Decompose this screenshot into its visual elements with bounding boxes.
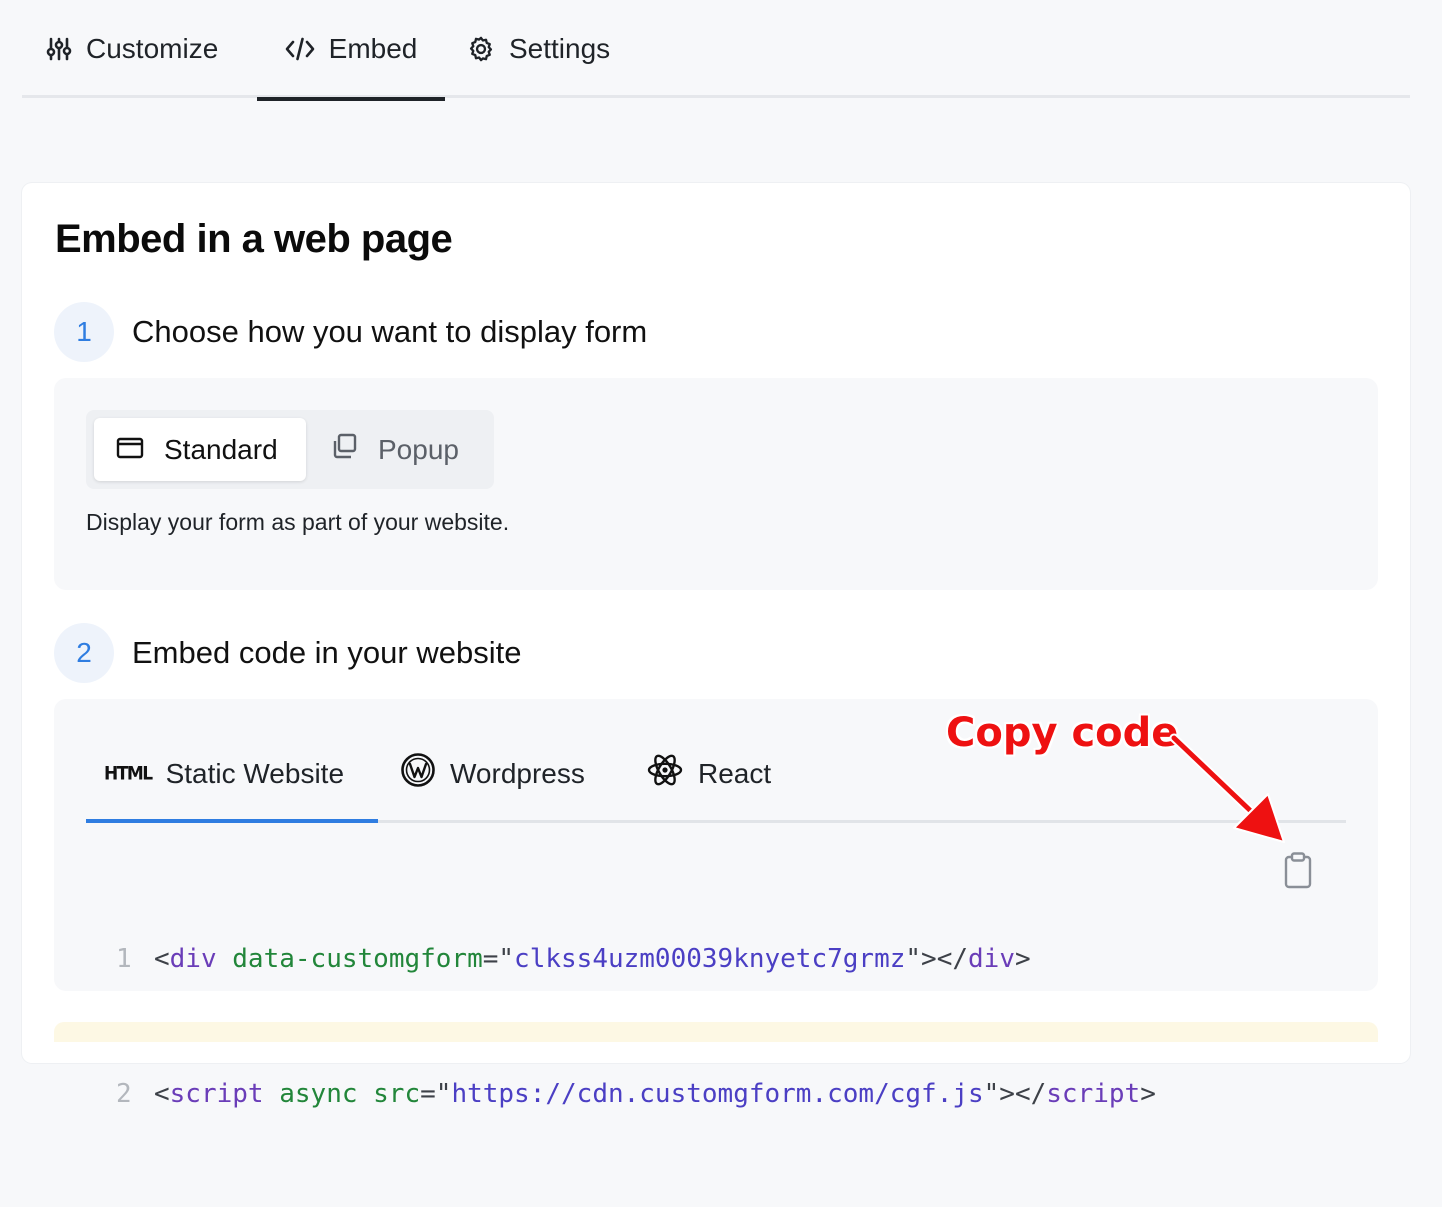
code-line-1: 1 <div data-customgform="clkss4uzm00039kn… xyxy=(116,937,1156,982)
tab-embed[interactable]: Embed xyxy=(257,0,445,101)
code-tag: div xyxy=(968,944,1015,974)
line-number: 1 xyxy=(116,944,132,974)
window-icon xyxy=(116,434,144,466)
tab-embed-label: Embed xyxy=(328,33,418,64)
display-mode-description: Display your form as part of your websit… xyxy=(86,509,510,535)
code-icon xyxy=(285,36,315,62)
tab-wordpress-label: Wordpress xyxy=(450,757,585,789)
top-tab-bar: Customize Embed Settings xyxy=(22,0,1410,101)
sliders-icon xyxy=(46,36,72,62)
step-title: Embed code in your website xyxy=(132,635,522,670)
standard-option-label: Standard xyxy=(164,433,278,465)
page-title: Embed in a web page xyxy=(55,217,453,261)
step-number-badge: 2 xyxy=(54,623,114,683)
code-attr: async src xyxy=(279,1079,421,1109)
code-line-2: 2 <script async src="https://cdn.customgf… xyxy=(116,1072,1156,1117)
tab-wordpress[interactable]: Wordpress xyxy=(400,727,585,820)
step-2-header: 2 Embed code in your website xyxy=(54,623,521,683)
popup-option-label: Popup xyxy=(378,433,459,465)
wordpress-icon xyxy=(400,752,436,795)
tab-settings-label: Settings xyxy=(509,33,611,64)
gear-icon xyxy=(467,35,495,63)
code-token: "></ xyxy=(905,944,969,974)
line-number: 2 xyxy=(116,1079,132,1109)
copy-code-annotation: Copy code xyxy=(946,710,1179,756)
clipboard-icon xyxy=(1280,852,1316,895)
tab-static-website-label: Static Website xyxy=(165,757,345,789)
annotation-arrow-icon xyxy=(1169,733,1285,843)
code-token: =" xyxy=(482,944,515,974)
standard-option-button[interactable]: Standard xyxy=(94,418,306,481)
step-title: Choose how you want to display form xyxy=(132,314,648,349)
popup-icon xyxy=(330,432,358,467)
popup-option-button[interactable]: Popup xyxy=(322,418,486,481)
display-mode-panel: Standard Popup Display your form as part… xyxy=(54,378,1378,590)
code-token: > xyxy=(1014,944,1031,974)
step-number-badge: 1 xyxy=(54,302,114,362)
code-token: =" xyxy=(420,1079,452,1109)
code-tag: div xyxy=(169,944,217,974)
tab-react-label: React xyxy=(698,757,772,789)
tab-static-website[interactable]: HTML Static Website xyxy=(86,727,378,823)
code-token: < xyxy=(154,1079,170,1109)
code-string: clkss4uzm00039knyetc7grmz xyxy=(514,944,906,974)
tab-customize-label: Customize xyxy=(86,33,219,64)
code-tag: script xyxy=(169,1079,264,1109)
tab-react[interactable]: React xyxy=(646,727,771,820)
notice-banner-edge xyxy=(54,1022,1378,1042)
code-string: https://cdn.customgform.com/cgf.js xyxy=(451,1079,984,1109)
step-1-header: 1 Choose how you want to display form xyxy=(54,302,647,362)
display-mode-toggle: Standard Popup xyxy=(86,410,494,489)
code-token: "></ xyxy=(983,1079,1047,1109)
react-icon xyxy=(646,752,684,795)
code-attr: data-customgform xyxy=(232,944,483,974)
code-token: < xyxy=(154,944,170,974)
code-tag: script xyxy=(1046,1079,1141,1109)
code-token: > xyxy=(1140,1079,1156,1109)
tab-customize[interactable]: Customize xyxy=(46,0,218,98)
tab-settings[interactable]: Settings xyxy=(467,0,610,98)
copy-code-button[interactable] xyxy=(1280,851,1316,891)
embed-card: Embed in a web page 1 Choose how you wan… xyxy=(22,183,1410,1109)
html-icon: HTML xyxy=(104,762,153,785)
